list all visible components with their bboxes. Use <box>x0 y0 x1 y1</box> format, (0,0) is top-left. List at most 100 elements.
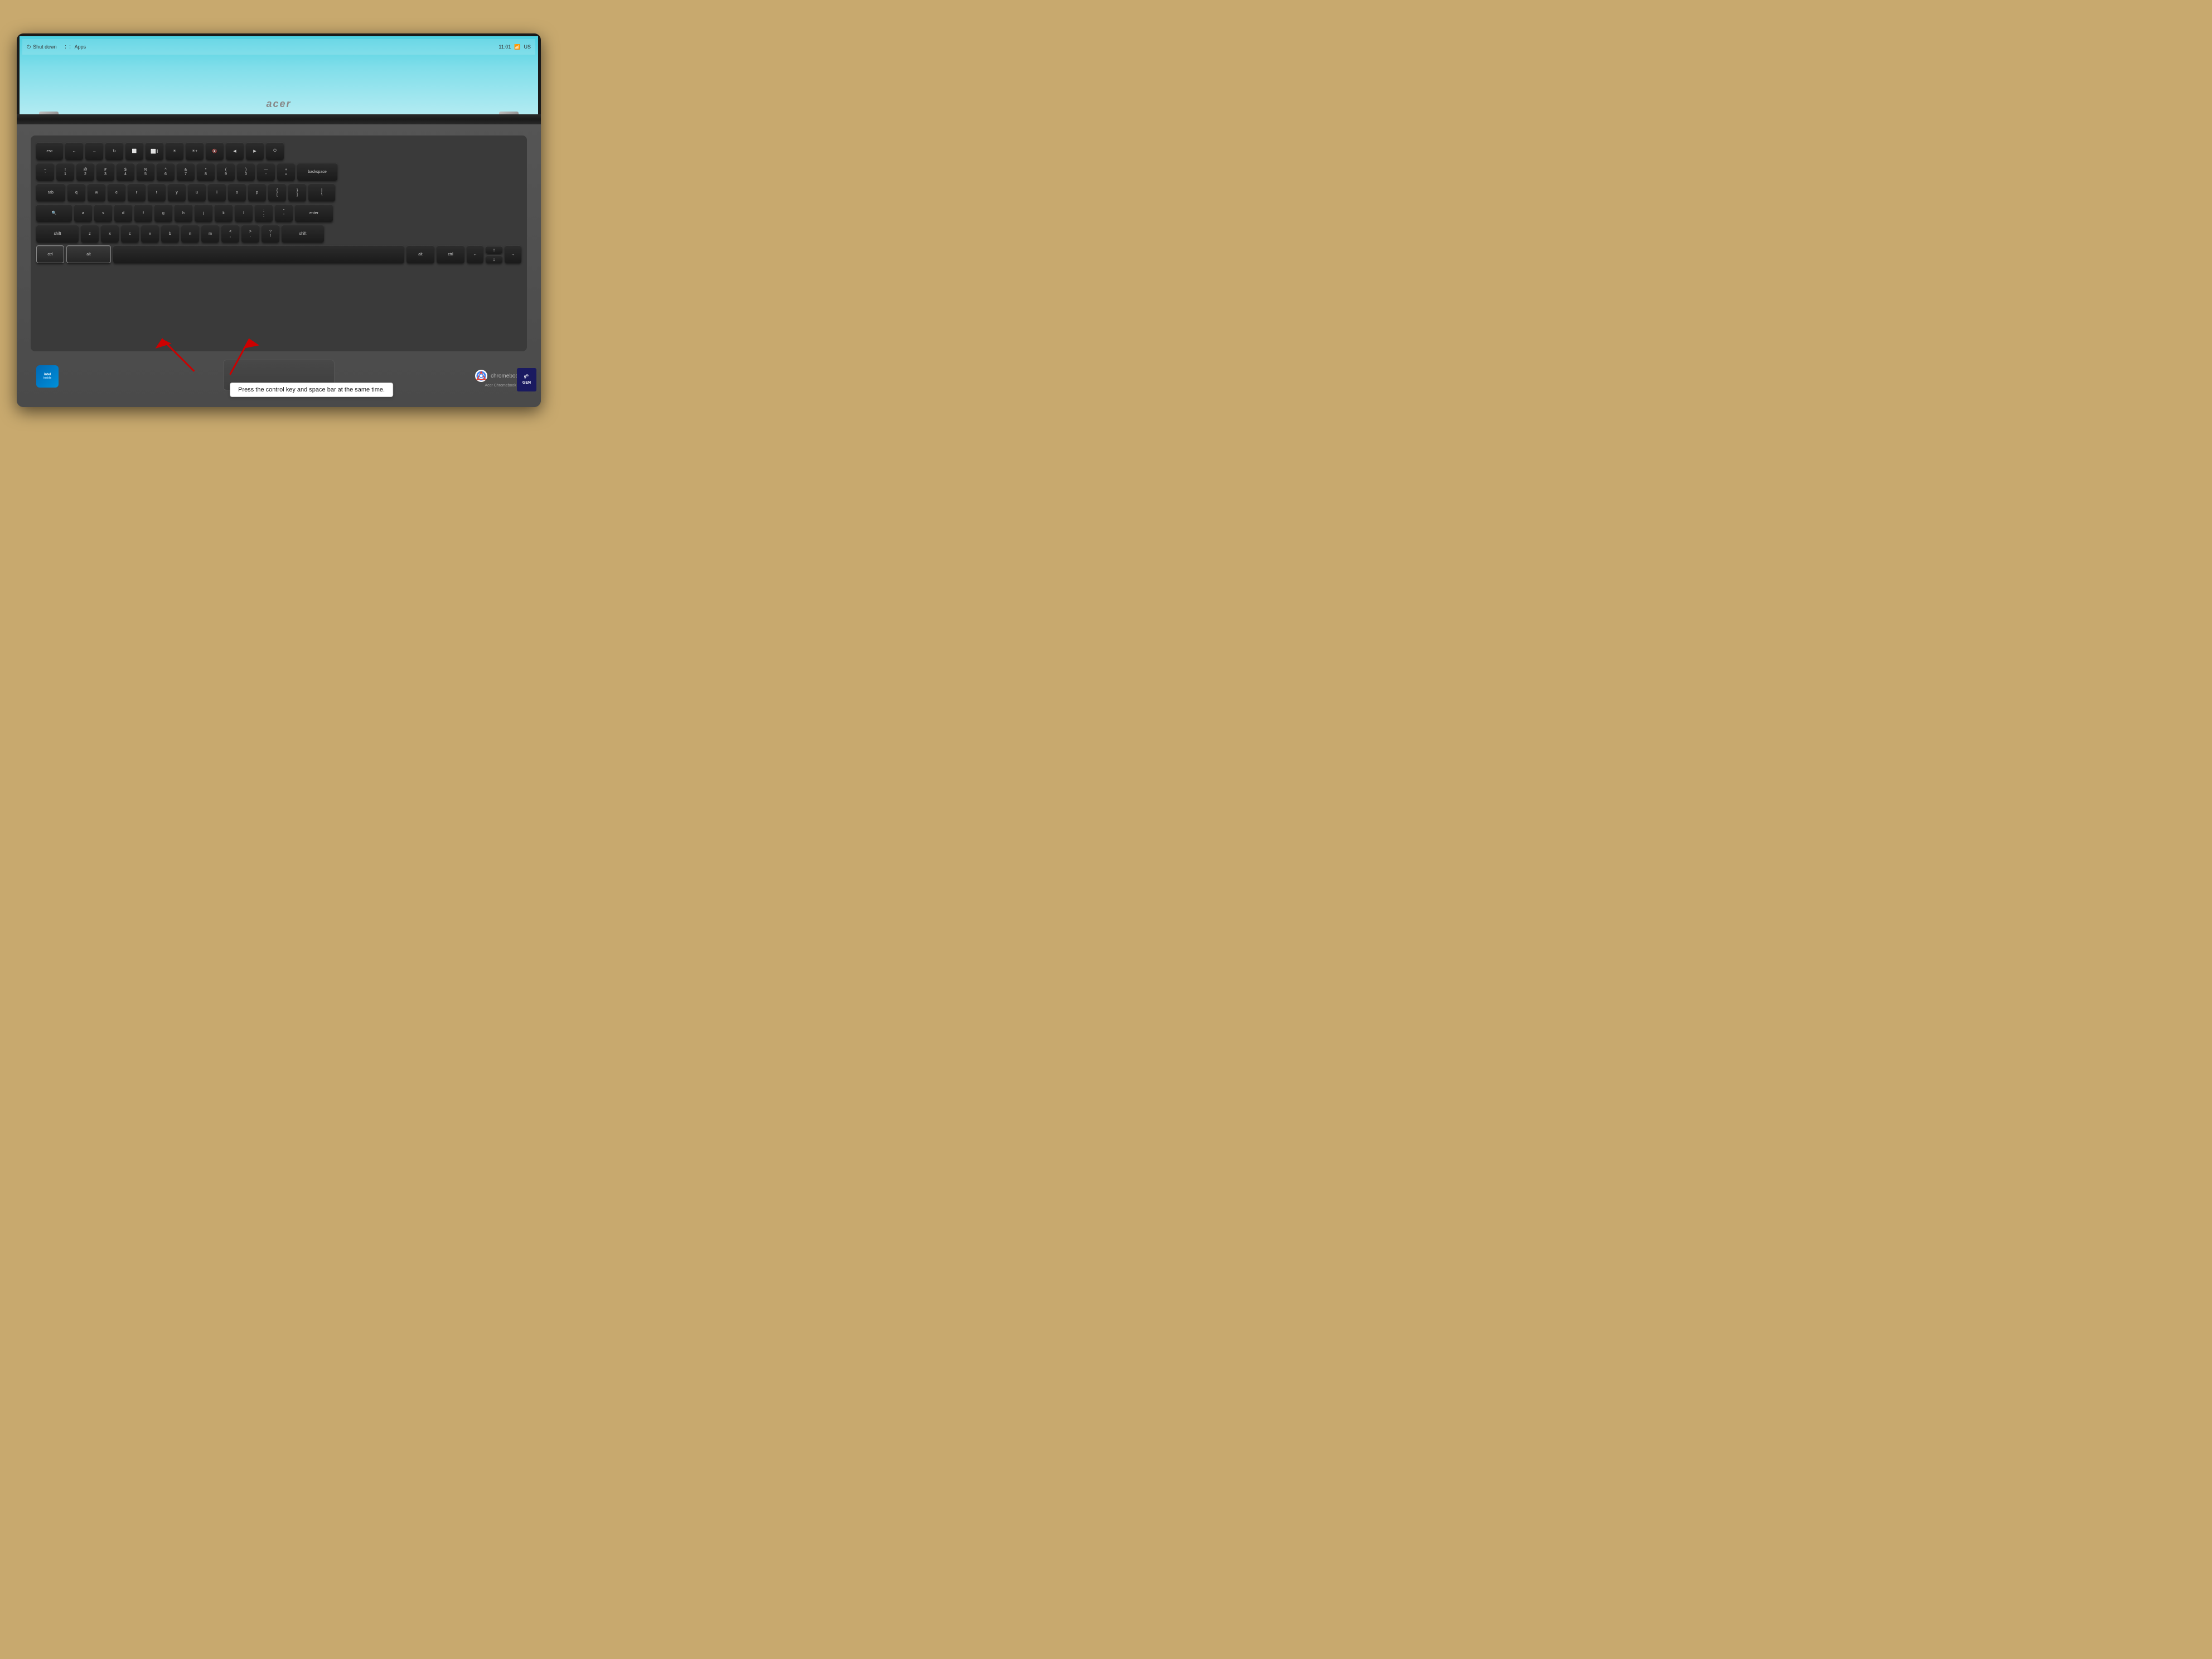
key-bright-up[interactable]: ☀+ <box>186 142 204 160</box>
key-enter[interactable]: enter <box>295 204 333 222</box>
key-equals[interactable]: += <box>277 163 295 181</box>
key-d[interactable]: d <box>114 204 132 222</box>
key-5[interactable]: %5 <box>137 163 154 181</box>
key-arrow-left[interactable]: ← <box>467 245 483 263</box>
key-e[interactable]: e <box>108 183 125 201</box>
key-backspace[interactable]: backspace <box>297 163 337 181</box>
key-x[interactable]: x <box>101 225 119 243</box>
key-back[interactable]: ← <box>65 142 83 160</box>
intel-inside-label: inside <box>43 376 51 380</box>
key-s[interactable]: s <box>94 204 112 222</box>
key-n[interactable]: n <box>181 225 199 243</box>
function-key-row: esc ← → ↻ ⬜ ⬜‖ ☀ ☀+ 🔇 ◀ ▶ ⏻ <box>36 142 521 160</box>
key-u[interactable]: u <box>188 183 206 201</box>
shutdown-button[interactable]: ⏻ Shut down <box>27 44 57 50</box>
apps-icon: ⋮⋮ <box>64 45 72 50</box>
key-3[interactable]: #3 <box>96 163 114 181</box>
apps-button[interactable]: ⋮⋮ Apps <box>64 44 86 50</box>
key-vol-up[interactable]: ▶ <box>246 142 264 160</box>
key-7[interactable]: &7 <box>177 163 195 181</box>
key-p[interactable]: p <box>248 183 266 201</box>
screen-area: ⏻ Shut down ⋮⋮ Apps 11:01 📶 US acer <box>17 33 541 114</box>
apps-label: Apps <box>75 44 86 50</box>
key-alt-left[interactable]: alt <box>66 245 111 263</box>
key-multitask[interactable]: ⬜‖ <box>146 142 163 160</box>
key-arrow-right[interactable]: → <box>505 245 521 263</box>
key-comma[interactable]: <, <box>221 225 239 243</box>
key-mute[interactable]: 🔇 <box>206 142 224 160</box>
key-semicolon[interactable]: :; <box>255 204 273 222</box>
key-bracket-l[interactable]: {[ <box>268 183 286 201</box>
clock: 11:01 <box>498 44 511 50</box>
key-k[interactable]: k <box>215 204 233 222</box>
key-f[interactable]: f <box>134 204 152 222</box>
key-0[interactable]: )0 <box>237 163 255 181</box>
keyboard-deck: esc ← → ↻ ⬜ ⬜‖ ☀ ☀+ 🔇 ◀ ▶ ⏻ ~` !1 @2 #3 … <box>17 124 541 407</box>
acer-model-label: Acer Chromebook 11 <box>485 384 521 388</box>
key-z[interactable]: z <box>81 225 99 243</box>
key-t[interactable]: t <box>148 183 166 201</box>
key-shift-right[interactable]: shift <box>282 225 324 243</box>
key-8[interactable]: *8 <box>197 163 215 181</box>
key-space[interactable] <box>113 245 404 263</box>
chrome-logo-icon <box>475 370 487 382</box>
key-shift-left[interactable]: shift <box>36 225 79 243</box>
key-h[interactable]: h <box>175 204 192 222</box>
key-search[interactable]: 🔍 <box>36 204 72 222</box>
laptop-body: ⏻ Shut down ⋮⋮ Apps 11:01 📶 US acer <box>17 33 541 407</box>
power-icon: ⏻ <box>27 44 31 50</box>
touchpad[interactable] <box>223 360 335 390</box>
key-y[interactable]: y <box>168 183 186 201</box>
key-minus[interactable]: —- <box>257 163 275 181</box>
intel-badge: intel inside <box>36 365 59 388</box>
key-esc[interactable]: esc <box>36 142 63 160</box>
keyboard-frame: esc ← → ↻ ⬜ ⬜‖ ☀ ☀+ 🔇 ◀ ▶ ⏻ ~` !1 @2 #3 … <box>31 136 527 351</box>
key-6[interactable]: ^6 <box>157 163 175 181</box>
number-key-row: ~` !1 @2 #3 $4 %5 ^6 &7 *8 (9 )0 —- += b… <box>36 163 521 181</box>
key-1[interactable]: !1 <box>56 163 74 181</box>
key-bright-down[interactable]: ☀ <box>166 142 183 160</box>
key-o[interactable]: o <box>228 183 246 201</box>
key-g[interactable]: g <box>154 204 172 222</box>
bottom-row: ctrl alt alt ctrl ← ↑ ↓ → <box>36 245 521 263</box>
taskbar-left: ⏻ Shut down ⋮⋮ Apps <box>27 44 86 50</box>
zxcv-row: shift z x c v b n m <, >. ?/ shift <box>36 225 521 243</box>
key-c[interactable]: c <box>121 225 139 243</box>
key-q[interactable]: q <box>67 183 85 201</box>
key-j[interactable]: j <box>195 204 212 222</box>
key-2[interactable]: @2 <box>76 163 94 181</box>
wifi-icon: 📶 <box>514 44 520 50</box>
key-m[interactable]: m <box>201 225 219 243</box>
key-backslash[interactable]: |\ <box>308 183 335 201</box>
key-alt-right[interactable]: alt <box>406 245 434 263</box>
key-a[interactable]: a <box>74 204 92 222</box>
key-vol-down[interactable]: ◀ <box>226 142 244 160</box>
key-ctrl-left[interactable]: ctrl <box>36 245 64 263</box>
key-tilde[interactable]: ~` <box>36 163 54 181</box>
shutdown-label: Shut down <box>33 44 57 50</box>
key-bracket-r[interactable]: }] <box>288 183 306 201</box>
key-v[interactable]: v <box>141 225 159 243</box>
gen-badge: 5thGEN <box>517 368 536 391</box>
key-forward[interactable]: → <box>85 142 103 160</box>
key-tab[interactable]: tab <box>36 183 65 201</box>
key-arrow-up[interactable]: ↑ <box>486 246 502 254</box>
taskbar: ⏻ Shut down ⋮⋮ Apps 11:01 📶 US <box>22 39 535 55</box>
key-slash[interactable]: ?/ <box>262 225 279 243</box>
key-power[interactable]: ⏻ <box>266 142 284 160</box>
key-period[interactable]: >. <box>241 225 259 243</box>
key-refresh[interactable]: ↻ <box>105 142 123 160</box>
key-l[interactable]: l <box>235 204 253 222</box>
key-w[interactable]: w <box>88 183 105 201</box>
key-fullscreen[interactable]: ⬜ <box>125 142 143 160</box>
acer-brand-label: acer <box>266 98 291 110</box>
key-ctrl-right[interactable]: ctrl <box>437 245 464 263</box>
key-quote[interactable]: "' <box>275 204 293 222</box>
key-9[interactable]: (9 <box>217 163 235 181</box>
key-b[interactable]: b <box>161 225 179 243</box>
key-arrow-down[interactable]: ↓ <box>486 255 502 263</box>
key-4[interactable]: $4 <box>117 163 134 181</box>
key-r[interactable]: r <box>128 183 146 201</box>
locale-label: US <box>524 44 531 50</box>
key-i[interactable]: i <box>208 183 226 201</box>
